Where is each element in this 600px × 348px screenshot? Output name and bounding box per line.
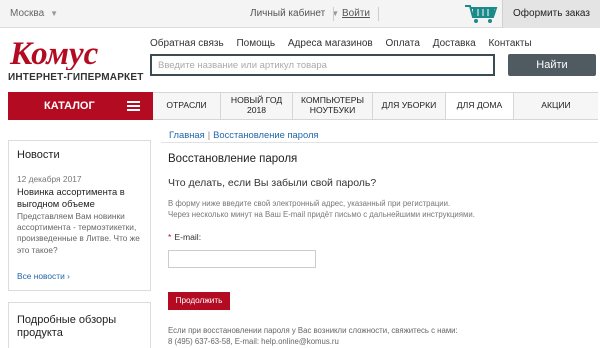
reviews-title[interactable]: Подробные обзоры продукта (17, 314, 142, 340)
category-tabs: ОТРАСЛИ НОВЫЙ ГОД 2018 КОМПЬЮТЕРЫ НОУТБУ… (153, 92, 598, 120)
nav-store-addresses[interactable]: Адреса магазинов (288, 38, 373, 49)
reviews-panel: Подробные обзоры продукта (8, 302, 151, 348)
news-text: Представляем Вам новинки ассортимента - … (17, 211, 140, 255)
catalog-label: КАТАЛОГ (44, 100, 95, 112)
checkout-button[interactable]: Оформить заказ (502, 0, 600, 28)
news-date: 12 декабря 2017 (17, 174, 82, 184)
divider (378, 7, 379, 21)
email-field[interactable] (169, 251, 315, 267)
tab-cleaning[interactable]: ДЛЯ УБОРКИ (373, 93, 446, 119)
nav-contacts[interactable]: Контакты (488, 38, 531, 49)
top-navigation: Обратная связь Помощь Адреса магазинов О… (150, 38, 542, 49)
personal-cabinet-label: Личный кабинет (250, 8, 326, 19)
breadcrumb: Главная | Восстановление пароля (169, 129, 319, 140)
email-label: * E-mail: (168, 232, 201, 242)
instructions-line: В форму ниже введите свой электронный ад… (168, 199, 451, 208)
help-line: Если при восстановлении пароля у Вас воз… (168, 326, 458, 335)
menu-icon (127, 101, 140, 111)
search-box (150, 54, 495, 76)
top-bar: Москва ▼ Личный кабинет ▼ Войти Оформить з… (0, 0, 600, 28)
nav-delivery[interactable]: Доставка (433, 38, 476, 49)
nav-payment[interactable]: Оплата (386, 38, 420, 49)
tab-sales[interactable]: АКЦИИ (514, 93, 598, 119)
instructions-line: Через несколько минут на Ваш E-mail прид… (168, 210, 475, 220)
nav-feedback[interactable]: Обратная связь (150, 38, 224, 49)
continue-button[interactable]: Продолжить (168, 292, 230, 310)
email-field-box (168, 250, 316, 268)
help-line: 8 (495) 637-63-58, E-mail: help.online@k… (168, 337, 339, 347)
cart-icon[interactable] (462, 3, 500, 25)
tab-home[interactable]: ДЛЯ ДОМА (446, 93, 514, 119)
tab-new-year[interactable]: НОВЫЙ ГОД 2018 (221, 93, 293, 119)
komus-logo[interactable]: Комус (8, 36, 138, 76)
tab-industries[interactable]: ОТРАСЛИ (153, 93, 221, 119)
news-panel: Новости 12 декабря 2017 Новинка ассортим… (8, 140, 151, 291)
page-title: Восстановление пароля (168, 153, 298, 165)
divider (333, 7, 334, 21)
required-marker: * (168, 232, 172, 242)
instructions: В форму ниже введите свой электронный ад… (168, 198, 588, 221)
chevron-down-icon: ▼ (50, 9, 59, 18)
email-label-text: E-mail: (174, 232, 202, 242)
help-contacts: Если при восстановлении пароля у Вас воз… (168, 325, 588, 348)
breadcrumb-separator: | (207, 129, 211, 140)
tab-computers[interactable]: КОМПЬЮТЕРЫ НОУТБУКИ (293, 93, 373, 119)
personal-cabinet-menu[interactable]: Личный кабинет ▼ (250, 8, 339, 19)
news-headline[interactable]: Новинка ассортимента в выгодном объеме (17, 186, 145, 210)
city-label: Москва (10, 8, 45, 19)
catalog-button[interactable]: КАТАЛОГ (8, 92, 153, 120)
all-news-link[interactable]: Все новости › (17, 271, 70, 281)
news-title[interactable]: Новости (17, 149, 60, 161)
logo-text: Комус (9, 36, 99, 70)
city-selector[interactable]: Москва ▼ (10, 8, 58, 19)
logo-subtitle: ИНТЕРНЕТ-ГИПЕРМАРКЕТ (8, 72, 144, 83)
breadcrumb-home[interactable]: Главная (169, 129, 205, 140)
divider (161, 142, 598, 143)
nav-help[interactable]: Помощь (236, 38, 275, 49)
login-link[interactable]: Войти (342, 8, 370, 19)
question-heading: Что делать, если Вы забыли свой пароль? (168, 177, 377, 189)
search-input[interactable] (152, 56, 493, 74)
breadcrumb-current[interactable]: Восстановление пароля (213, 129, 318, 140)
search-button[interactable]: Найти (508, 54, 596, 76)
